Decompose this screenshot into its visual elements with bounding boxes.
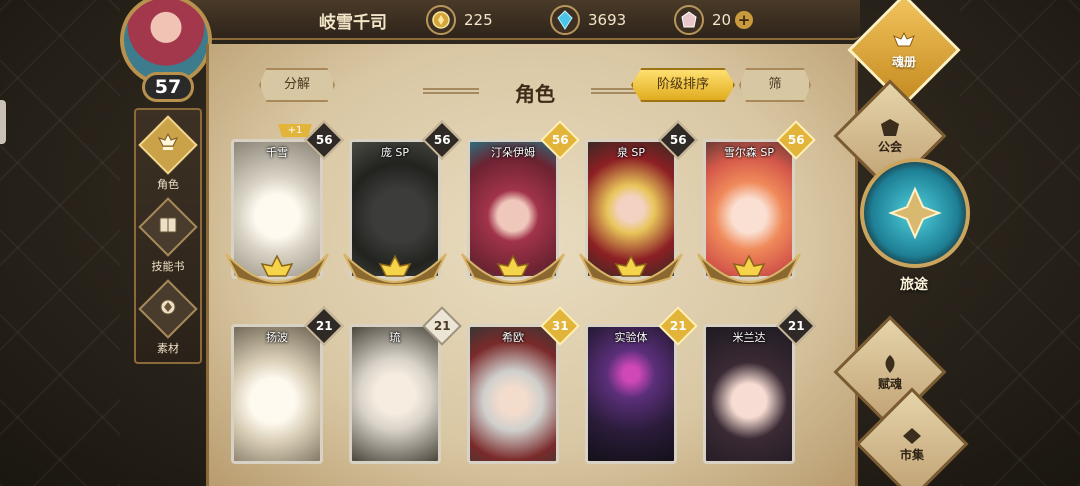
soul-book-label: 魂册 xyxy=(891,54,916,69)
pink-gem-icon xyxy=(674,5,704,35)
character-card[interactable]: 扬波 xyxy=(231,324,323,464)
rank-crest-icon xyxy=(697,253,801,286)
character-name: 琉 xyxy=(389,331,401,344)
journey-emblem-icon xyxy=(860,158,970,268)
character-name: 千雪 xyxy=(266,146,288,159)
rank-crest-icon xyxy=(343,253,447,286)
crystal-value: 3693 xyxy=(588,11,627,29)
character-name: 扬波 xyxy=(266,331,288,344)
page-title: 角色 xyxy=(515,82,555,106)
right-decor xyxy=(960,0,1080,486)
gold-coin-icon xyxy=(426,5,456,35)
resource-crystal[interactable]: 3693 xyxy=(550,5,626,35)
nav-item-material[interactable]: 素材 xyxy=(136,279,200,360)
character-name: 米兰达 xyxy=(732,331,766,344)
player-level: 57 xyxy=(142,72,194,102)
nav-item-skill-book[interactable]: 技能书 xyxy=(136,197,200,278)
character-name: 庞 SP xyxy=(380,146,410,159)
guild-icon xyxy=(881,118,899,136)
edge-handle[interactable] xyxy=(0,100,6,144)
player-name: 岐雪千司 xyxy=(319,13,387,33)
market-icon xyxy=(903,427,921,444)
character-name: 希欧 xyxy=(502,331,524,344)
market-label: 市集 xyxy=(899,447,924,462)
character-portrait xyxy=(706,327,792,461)
blue-crystal-icon xyxy=(550,5,580,35)
material-icon xyxy=(138,279,198,339)
rank-crest-icon xyxy=(461,253,565,286)
skill-book-icon xyxy=(138,197,198,257)
left-nav: 角色 技能书 素材 xyxy=(134,108,202,364)
gold-value: 225 xyxy=(464,11,493,29)
soul-book-icon xyxy=(893,31,915,46)
character-name: 雪尔森 SP xyxy=(723,146,775,159)
character-name: 汀朵伊姆 xyxy=(491,146,535,159)
soul-gift-icon xyxy=(885,354,895,373)
soul-book-button[interactable]: 魂册 xyxy=(847,0,961,107)
character-card[interactable]: 希欧 xyxy=(467,324,559,464)
nav-label-skill-book: 技能书 xyxy=(151,260,185,273)
character-portrait xyxy=(470,327,556,461)
character-name: 泉 SP xyxy=(616,146,646,159)
character-portrait xyxy=(234,327,320,461)
add-gem-button[interactable]: + xyxy=(735,11,754,29)
character-name: 实验体 xyxy=(614,331,648,344)
plus-badge: +1 xyxy=(278,124,312,137)
rank-sort-button[interactable]: 阶级排序 xyxy=(631,68,735,102)
title-ornament-left xyxy=(423,88,479,94)
gem-value: 20 xyxy=(712,11,732,29)
filter-button[interactable]: 筛选 xyxy=(739,68,811,102)
rank-crest-icon xyxy=(225,253,329,286)
decompose-button[interactable]: 分解 xyxy=(259,68,335,102)
soul-gift-label: 赋魂 xyxy=(877,376,902,391)
character-crest-icon xyxy=(138,115,198,175)
journey-button[interactable]: 旅途 xyxy=(858,158,970,298)
character-card[interactable]: 实验体 xyxy=(585,324,677,464)
character-card[interactable]: 琉 xyxy=(349,324,441,464)
character-card[interactable]: 米兰达 xyxy=(703,324,795,464)
journey-label: 旅途 xyxy=(900,277,928,293)
left-decor xyxy=(0,0,120,486)
nav-label-material: 素材 xyxy=(157,342,179,355)
nav-item-character[interactable]: 角色 xyxy=(136,115,200,196)
resource-gem[interactable]: 20 + xyxy=(674,5,754,35)
nav-label-character: 角色 xyxy=(157,178,179,191)
guild-label: 公会 xyxy=(877,139,902,154)
rank-crest-icon xyxy=(579,253,683,286)
character-portrait xyxy=(352,327,438,461)
top-bar: 岐雪千司 225 3693 20 + xyxy=(188,0,860,40)
character-portrait xyxy=(588,327,674,461)
resource-gold[interactable]: 225 xyxy=(426,5,493,35)
